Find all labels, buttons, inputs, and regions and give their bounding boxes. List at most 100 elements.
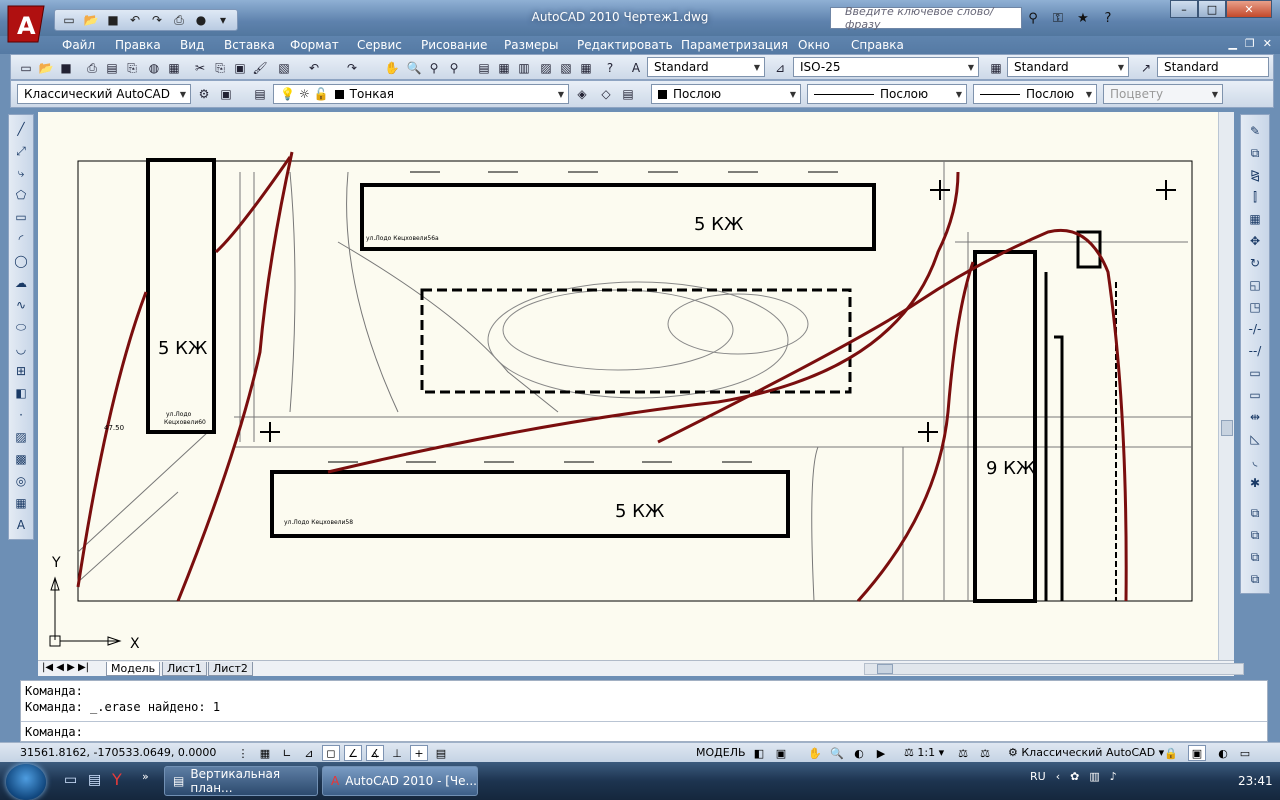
break-at-point-icon[interactable]: ▭ bbox=[1245, 363, 1265, 383]
publish-icon[interactable]: ⎘ bbox=[123, 59, 141, 77]
preview-icon[interactable]: ▤ bbox=[103, 59, 121, 77]
isolate-objects-icon[interactable]: ◐ bbox=[1214, 745, 1232, 761]
construction-line-icon[interactable]: ⤢ bbox=[11, 141, 31, 161]
scroll-thumb[interactable] bbox=[1221, 420, 1233, 436]
cut-icon[interactable]: ✂ bbox=[191, 59, 209, 77]
tab-sheet2[interactable]: Лист2 bbox=[208, 662, 253, 676]
minimize-button[interactable]: – bbox=[1170, 0, 1198, 18]
fillet-icon[interactable]: ◟ bbox=[1245, 451, 1265, 471]
favorites-star-icon[interactable]: ★ bbox=[1072, 7, 1094, 29]
polar-tracking-icon[interactable]: ◻ bbox=[322, 745, 340, 761]
save-icon[interactable]: ■ bbox=[103, 11, 123, 29]
maximize-button[interactable]: □ bbox=[1198, 0, 1226, 18]
mirror-icon[interactable]: ⧎ bbox=[1245, 165, 1265, 185]
zoom-previous-icon[interactable]: ⚲ bbox=[445, 59, 463, 77]
extend-icon[interactable]: --/ bbox=[1245, 341, 1265, 361]
volume-icon[interactable]: ♪ bbox=[1110, 770, 1117, 783]
table-style-icon[interactable]: ▦ bbox=[987, 59, 1005, 77]
trim-icon[interactable]: -/- bbox=[1245, 319, 1265, 339]
annotation-scale[interactable]: ⚖ 1:1 ▾ bbox=[904, 746, 944, 759]
infer-constraints-icon[interactable]: ⋮ bbox=[234, 745, 252, 761]
point-icon[interactable]: · bbox=[11, 405, 31, 425]
save-icon[interactable]: ■ bbox=[57, 59, 75, 77]
zoom-realtime-icon[interactable]: 🔍 bbox=[405, 59, 423, 77]
copy-object-icon[interactable]: ⧉ bbox=[1245, 143, 1265, 163]
auto-scale-icon[interactable]: ⚖ bbox=[976, 745, 994, 761]
scale-icon[interactable]: ◱ bbox=[1245, 275, 1265, 295]
dynamic-ucs-icon[interactable]: ⊥ bbox=[388, 745, 406, 761]
taskbar-task-word[interactable]: ▤ Вертикальная план... bbox=[164, 766, 318, 796]
ellipse-icon[interactable]: ⬭ bbox=[11, 317, 31, 337]
rectangle-icon[interactable]: ▭ bbox=[11, 207, 31, 227]
pan-status-icon[interactable]: ✋ bbox=[806, 745, 824, 761]
horizontal-scrollbar[interactable] bbox=[864, 663, 1244, 675]
help-icon[interactable]: ? bbox=[1097, 7, 1119, 29]
layer-manager-icon[interactable]: ▤ bbox=[251, 85, 269, 103]
mleader-style-combo[interactable]: Standard bbox=[1157, 57, 1269, 77]
make-block-icon[interactable]: ◧ bbox=[11, 383, 31, 403]
tool-palettes-icon[interactable]: ▥ bbox=[515, 59, 533, 77]
lock-icon[interactable]: 🔒 bbox=[1162, 745, 1180, 761]
menu-parametric[interactable]: Параметризация bbox=[681, 38, 788, 52]
markup-icon[interactable]: ▧ bbox=[557, 59, 575, 77]
offset-icon[interactable]: ⫿ bbox=[1245, 187, 1265, 207]
rotate-icon[interactable]: ↻ bbox=[1245, 253, 1265, 273]
tab-sheet1[interactable]: Лист1 bbox=[162, 662, 207, 676]
quick-view-icon[interactable]: ▣ bbox=[772, 745, 790, 761]
tab-nav-icon[interactable]: |◀ ◀ ▶ ▶| bbox=[42, 662, 89, 673]
dynamic-input-icon[interactable]: + bbox=[410, 745, 428, 761]
gradient-icon[interactable]: ▩ bbox=[11, 449, 31, 469]
undo-icon[interactable]: ↶ bbox=[305, 59, 323, 77]
help-icon[interactable]: ? bbox=[601, 59, 619, 77]
object-snap-tracking-icon[interactable]: ∡ bbox=[366, 745, 384, 761]
plot-icon[interactable]: ⎙ bbox=[83, 59, 101, 77]
taskbar-task-autocad[interactable]: A AutoCAD 2010 - [Че... bbox=[322, 766, 478, 796]
scroll-thumb[interactable] bbox=[877, 664, 893, 674]
explode-icon[interactable]: ✱ bbox=[1245, 473, 1265, 493]
properties-icon[interactable]: ▤ bbox=[475, 59, 493, 77]
3d-dwf-icon[interactable]: ◍ bbox=[145, 59, 163, 77]
pan-icon[interactable]: ✋ bbox=[383, 59, 401, 77]
design-center-icon[interactable]: ▦ bbox=[495, 59, 513, 77]
clean-screen-status-icon[interactable]: ▭ bbox=[1236, 745, 1254, 761]
show-desktop-icon[interactable]: ▭ bbox=[64, 772, 77, 788]
sheet-set-icon[interactable]: ▨ bbox=[537, 59, 555, 77]
ortho-icon[interactable]: ⊿ bbox=[300, 745, 318, 761]
drawing-area[interactable]: 5 КЖ 5 КЖ 5 КЖ 9 КЖ ул.Лодо Кецховели60 … bbox=[38, 112, 1218, 660]
mleader-style-icon[interactable]: ↗ bbox=[1137, 59, 1155, 77]
menu-window[interactable]: Окно bbox=[798, 38, 830, 52]
color-combo[interactable]: Послою ▼ bbox=[651, 84, 801, 104]
zoom-status-icon[interactable]: 🔍 bbox=[828, 745, 846, 761]
menu-insert[interactable]: Вставка bbox=[224, 38, 275, 52]
workspace-icon[interactable]: ● bbox=[191, 11, 211, 29]
menu-view[interactable]: Вид bbox=[180, 38, 204, 52]
circle-icon[interactable]: ◯ bbox=[11, 251, 31, 271]
command-window[interactable]: Команда: Команда: _.erase найдено: 1 Ком… bbox=[20, 680, 1268, 742]
region-icon[interactable]: ◎ bbox=[11, 471, 31, 491]
table-style-combo[interactable]: Standard ▼ bbox=[1007, 57, 1129, 77]
copy-icon[interactable]: ⎘ bbox=[211, 59, 229, 77]
line-icon[interactable]: ╱ bbox=[11, 119, 31, 139]
model-space-button[interactable]: МОДЕЛЬ bbox=[696, 746, 746, 759]
binoculars-icon[interactable]: ⚲ bbox=[1022, 7, 1044, 29]
lineweight-combo[interactable]: Послою ▼ bbox=[973, 84, 1097, 104]
draw-order-under-icon[interactable]: ⧉ bbox=[1245, 569, 1265, 589]
more-apps-icon[interactable]: » bbox=[142, 770, 149, 783]
doc-close-icon[interactable]: ✕ bbox=[1263, 37, 1272, 50]
insert-block-icon[interactable]: ⊞ bbox=[11, 361, 31, 381]
redo-icon[interactable]: ↷ bbox=[343, 59, 361, 77]
dim-style-icon[interactable]: ⊿ bbox=[771, 59, 789, 77]
revision-cloud-icon[interactable]: ☁ bbox=[11, 273, 31, 293]
etransmit-icon[interactable]: ▦ bbox=[165, 59, 183, 77]
workspace-combo[interactable]: Классический AutoCAD ▼ bbox=[17, 84, 191, 104]
match-properties-icon[interactable]: 🖌 bbox=[251, 59, 269, 77]
start-button[interactable] bbox=[6, 764, 46, 800]
paste-icon[interactable]: ▣ bbox=[231, 59, 249, 77]
layer-combo[interactable]: 💡 ☼ 🔓 Тонкая ▼ bbox=[273, 84, 569, 104]
menu-file[interactable]: Файл bbox=[62, 38, 95, 52]
lineweight-toggle-icon[interactable]: ▤ bbox=[432, 745, 450, 761]
annotation-visibility-icon[interactable]: ⚖ bbox=[954, 745, 972, 761]
clock[interactable]: 23:41 bbox=[1238, 774, 1273, 788]
break-icon[interactable]: ▭ bbox=[1245, 385, 1265, 405]
ellipse-arc-icon[interactable]: ◡ bbox=[11, 339, 31, 359]
